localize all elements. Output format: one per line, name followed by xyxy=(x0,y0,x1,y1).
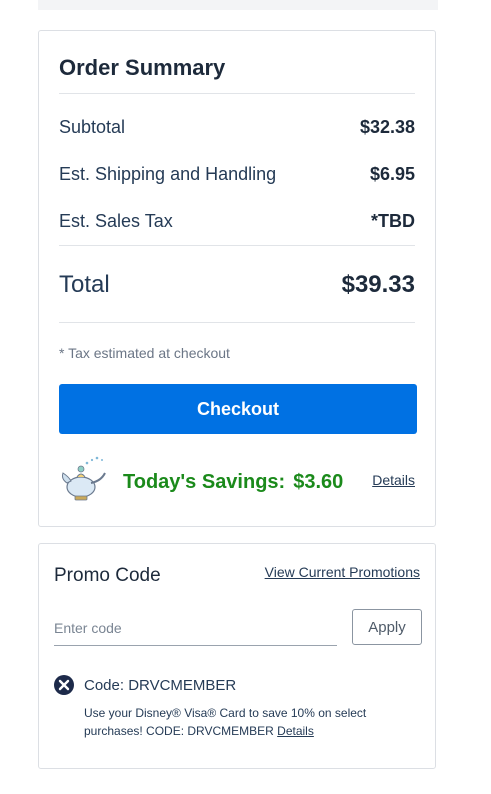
shipping-label: Est. Shipping and Handling xyxy=(59,164,277,184)
sales-tax-label: Est. Sales Tax xyxy=(59,211,173,231)
order-summary-title: Order Summary xyxy=(59,55,226,80)
checkout-button[interactable]: Checkout xyxy=(59,384,417,434)
remove-circle-x-icon[interactable] xyxy=(54,675,74,695)
savings-value: $3.60 xyxy=(293,471,344,493)
sales-tax-value: *TBD xyxy=(371,211,415,231)
subtotal-row: Subtotal $32.38 xyxy=(59,117,415,138)
previous-section-edge xyxy=(38,0,438,10)
view-current-promotions-link[interactable]: View Current Promotions xyxy=(265,564,420,580)
applied-code-label: Code: DRVCMEMBER xyxy=(84,677,237,694)
savings-label: Today's Savings: xyxy=(123,471,286,493)
applied-code-description: Use your Disney® Visa® Card to save 10% … xyxy=(84,704,384,740)
total-label: Total xyxy=(59,271,110,298)
total-row: Total $39.33 xyxy=(59,271,415,299)
shipping-value: $6.95 xyxy=(369,164,415,184)
applied-code-description-text: Use your Disney® Visa® Card to save 10% … xyxy=(84,706,367,738)
promo-code-input[interactable] xyxy=(54,610,337,646)
promo-details-link[interactable]: Details xyxy=(277,724,314,738)
todays-savings: Today's Savings: $3.60 xyxy=(123,471,343,494)
total-value: $39.33 xyxy=(341,271,415,298)
subtotal-value: $32.38 xyxy=(359,117,415,137)
divider xyxy=(59,245,415,246)
divider xyxy=(59,322,415,323)
subtotal-label: Subtotal xyxy=(59,117,126,137)
apply-button[interactable]: Apply xyxy=(352,609,422,645)
sales-tax-row: Est. Sales Tax *TBD xyxy=(59,211,415,232)
shipping-row: Est. Shipping and Handling $6.95 xyxy=(59,164,415,185)
magic-lamp-icon xyxy=(62,456,106,501)
savings-details-link[interactable]: Details xyxy=(372,472,415,488)
promo-code-card: Promo Code View Current Promotions Apply… xyxy=(38,543,436,769)
tax-note: * Tax estimated at checkout xyxy=(59,345,230,361)
divider xyxy=(59,93,415,94)
promo-code-title: Promo Code xyxy=(54,565,161,586)
order-summary-card: Order Summary Subtotal $32.38 Est. Shipp… xyxy=(38,30,436,527)
